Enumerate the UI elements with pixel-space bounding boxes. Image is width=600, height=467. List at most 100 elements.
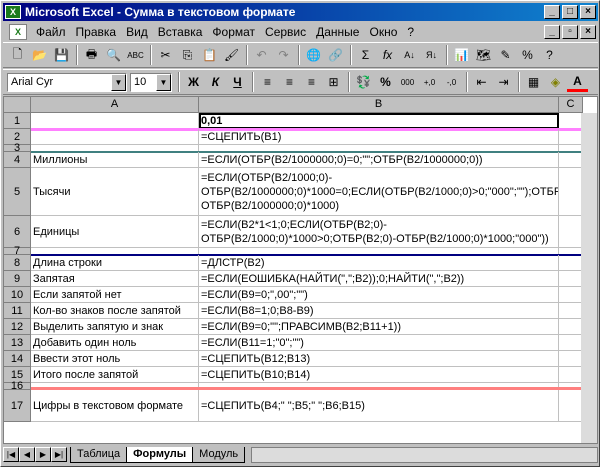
increase-indent-icon[interactable]: ⇥ bbox=[493, 72, 514, 92]
row-header[interactable]: 17 bbox=[4, 390, 31, 422]
decrease-decimal-icon[interactable]: -,0 bbox=[441, 72, 462, 92]
cell-a[interactable]: Кол-во знаков после запятой bbox=[31, 303, 199, 319]
cell-c[interactable] bbox=[559, 390, 583, 422]
cell-a[interactable]: Ввести этот ноль bbox=[31, 351, 199, 367]
cell-c[interactable] bbox=[559, 255, 583, 271]
percent-icon[interactable]: % bbox=[375, 72, 396, 92]
menu-insert[interactable]: Вставка bbox=[153, 25, 208, 39]
zoom-icon[interactable]: % bbox=[517, 45, 538, 65]
vertical-scrollbar[interactable] bbox=[581, 113, 597, 443]
chart-wizard-icon[interactable]: 📊 bbox=[451, 45, 472, 65]
menu-data[interactable]: Данные bbox=[311, 25, 364, 39]
hyperlink-icon[interactable]: 🔗 bbox=[325, 45, 346, 65]
cell-b[interactable]: =СЦЕПИТЬ(B10;B14) bbox=[199, 367, 559, 383]
spelling-icon[interactable]: ABC bbox=[125, 45, 146, 65]
borders-icon[interactable]: ▦ bbox=[523, 72, 544, 92]
cell-a[interactable]: Выделить запятую и знак bbox=[31, 319, 199, 335]
cell-c[interactable] bbox=[559, 168, 583, 216]
cell-b[interactable]: =ЕСЛИ(ОТБР(B2/1000000;0)=0;"";ОТБР(B2/10… bbox=[199, 152, 559, 168]
tab-module[interactable]: Модуль bbox=[192, 446, 246, 463]
doc-close-button[interactable]: × bbox=[580, 24, 596, 39]
last-sheet-button[interactable]: ▶| bbox=[51, 447, 67, 462]
row-header[interactable]: 12 bbox=[4, 319, 31, 335]
row-header[interactable]: 16 bbox=[4, 380, 31, 392]
first-sheet-button[interactable]: |◀ bbox=[3, 447, 19, 462]
cell-b[interactable]: =СЦЕПИТЬ(B4;" ";B5;" ";B6;B15) bbox=[199, 390, 559, 422]
cell-a[interactable]: Единицы bbox=[31, 216, 199, 248]
cell-a[interactable]: Тысячи bbox=[31, 168, 199, 216]
cell-a[interactable]: Миллионы bbox=[31, 152, 199, 168]
chevron-down-icon[interactable]: ▼ bbox=[156, 73, 171, 91]
increase-decimal-icon[interactable]: +,0 bbox=[419, 72, 440, 92]
row-header[interactable]: 13 bbox=[4, 335, 31, 351]
map-icon[interactable]: 🗺 bbox=[473, 45, 494, 65]
row-header[interactable]: 11 bbox=[4, 303, 31, 319]
column-header-a[interactable]: A bbox=[31, 97, 199, 113]
cell-b[interactable]: =ЕСЛИ(B2*1<1;0;ЕСЛИ(ОТБР(B2;0)-ОТБР(B2/1… bbox=[199, 216, 559, 248]
maximize-button[interactable]: □ bbox=[562, 5, 578, 19]
cell-b[interactable]: =ЕСЛИ(B9=0;",00";"") bbox=[199, 287, 559, 303]
font-size-select[interactable]: 10 ▼ bbox=[130, 72, 172, 92]
cut-icon[interactable]: ✂ bbox=[155, 45, 176, 65]
thousands-icon[interactable]: 000 bbox=[397, 72, 418, 92]
copy-icon[interactable]: ⎘ bbox=[177, 45, 198, 65]
column-header-c[interactable]: C bbox=[559, 97, 583, 113]
cell-c[interactable] bbox=[559, 152, 583, 168]
function-icon[interactable]: fx bbox=[377, 45, 398, 65]
row-header[interactable]: 1 bbox=[4, 113, 31, 129]
row-header[interactable]: 4 bbox=[4, 152, 31, 168]
new-icon[interactable]: 🗋 bbox=[7, 45, 28, 65]
horizontal-scrollbar[interactable] bbox=[251, 446, 598, 463]
align-right-icon[interactable]: ≡ bbox=[301, 72, 322, 92]
fill-color-icon[interactable]: ◈ bbox=[545, 72, 566, 92]
row-header[interactable]: 6 bbox=[4, 216, 31, 248]
worksheet-grid[interactable]: A B C 1 0,01 2 =СЦЕПИТЬ(B1) 3 4 Миллионы =ЕСЛИ(… bbox=[3, 96, 598, 444]
workbook-icon[interactable]: X bbox=[9, 23, 27, 40]
help-icon[interactable]: ? bbox=[539, 45, 560, 65]
cell-c[interactable] bbox=[559, 351, 583, 367]
autosum-icon[interactable]: Σ bbox=[355, 45, 376, 65]
cell-a[interactable] bbox=[31, 129, 199, 145]
cell-c[interactable] bbox=[559, 319, 583, 335]
cell-c[interactable] bbox=[559, 271, 583, 287]
tab-table[interactable]: Таблица bbox=[70, 446, 128, 463]
close-button[interactable]: × bbox=[580, 5, 596, 19]
cell-a[interactable]: Цифры в текстовом формате bbox=[31, 390, 199, 422]
doc-minimize-button[interactable]: _ bbox=[544, 24, 560, 39]
cell-c[interactable] bbox=[559, 367, 583, 383]
undo-icon[interactable]: ↶ bbox=[251, 45, 272, 65]
cell-b[interactable]: =ЕСЛИ(B9=0;"";ПРАВСИМВ(B2;B11+1)) bbox=[199, 319, 559, 335]
row-header[interactable]: 3 bbox=[4, 142, 31, 154]
cell-c[interactable] bbox=[559, 335, 583, 351]
save-icon[interactable]: 💾 bbox=[51, 45, 72, 65]
font-color-icon[interactable]: A bbox=[567, 72, 588, 92]
italic-button[interactable]: К bbox=[205, 72, 226, 92]
sort-asc-icon[interactable]: A↓ bbox=[399, 45, 420, 65]
sort-desc-icon[interactable]: Я↓ bbox=[421, 45, 442, 65]
cell-c[interactable] bbox=[559, 287, 583, 303]
row-header[interactable]: 5 bbox=[4, 168, 31, 216]
paste-icon[interactable]: 📋 bbox=[199, 45, 220, 65]
cell-c[interactable] bbox=[559, 216, 583, 248]
menu-tools[interactable]: Сервис bbox=[260, 25, 311, 39]
cell-a[interactable]: Длина строки bbox=[31, 255, 199, 271]
cell-c[interactable] bbox=[559, 113, 583, 129]
cell-b[interactable]: =ЕСЛИ(ЕОШИБКА(НАЙТИ(",";B2));0;НАЙТИ(","… bbox=[199, 271, 559, 287]
print-icon[interactable]: 🖶 bbox=[81, 45, 102, 65]
cell-b[interactable]: 0,01 bbox=[199, 113, 559, 129]
row-header[interactable]: 10 bbox=[4, 287, 31, 303]
menu-help[interactable]: ? bbox=[402, 25, 419, 39]
next-sheet-button[interactable]: ▶ bbox=[35, 447, 51, 462]
decrease-indent-icon[interactable]: ⇤ bbox=[471, 72, 492, 92]
prev-sheet-button[interactable]: ◀ bbox=[19, 447, 35, 462]
menu-edit[interactable]: Правка bbox=[71, 25, 122, 39]
cell-a[interactable]: Добавить один ноль bbox=[31, 335, 199, 351]
font-name-select[interactable]: Arial Cyr ▼ bbox=[7, 72, 127, 92]
cell-a[interactable] bbox=[31, 113, 199, 129]
cell-b[interactable]: =ДЛСТР(B2) bbox=[199, 255, 559, 271]
web-icon[interactable]: 🌐 bbox=[303, 45, 324, 65]
row-header[interactable]: 8 bbox=[4, 255, 31, 271]
currency-icon[interactable]: 💱 bbox=[353, 72, 374, 92]
preview-icon[interactable]: 🔍 bbox=[103, 45, 124, 65]
minimize-button[interactable]: _ bbox=[544, 5, 560, 19]
